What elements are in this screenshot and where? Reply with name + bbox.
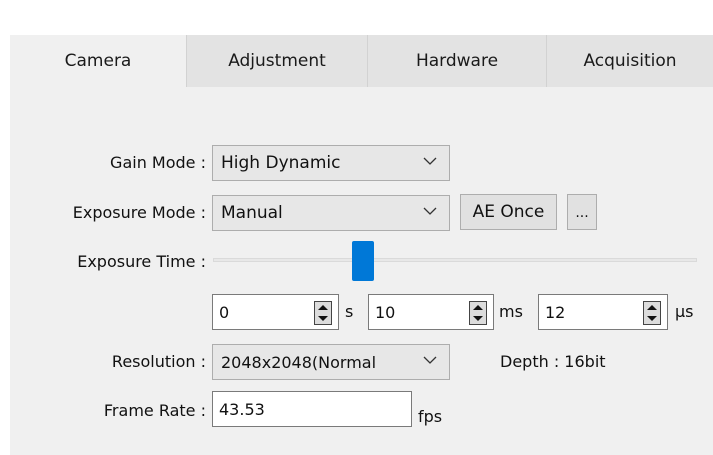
resolution-label: Resolution :: [111, 352, 206, 371]
exposure-milliseconds-value: 10: [375, 302, 396, 322]
spin-down-arrow-icon[interactable]: [644, 313, 660, 324]
exposure-time-slider-track[interactable]: [213, 258, 697, 262]
tab-hardware[interactable]: Hardware: [368, 35, 547, 87]
tab-acquisition[interactable]: Acquisition: [547, 35, 713, 87]
frame-rate-unit: fps: [418, 407, 443, 426]
spin-down-arrow-icon[interactable]: [470, 313, 486, 324]
chevron-down-icon: [423, 207, 437, 215]
microseconds-spin-buttons[interactable]: [643, 301, 661, 325]
exposure-mode-label: Exposure Mode :: [72, 203, 206, 222]
gain-mode-select[interactable]: High Dynamic: [212, 145, 450, 181]
exposure-microseconds-value: 12: [545, 302, 566, 322]
tab-bar: Camera Adjustment Hardware Acquisition: [10, 35, 713, 88]
chevron-down-icon: [423, 356, 437, 364]
exposure-time-slider-thumb[interactable]: [352, 241, 374, 281]
more-options-button[interactable]: ...: [567, 194, 597, 230]
spin-down-arrow-icon[interactable]: [315, 313, 331, 324]
tab-adjustment[interactable]: Adjustment: [187, 35, 368, 87]
depth-readout: Depth : 16bit: [500, 352, 606, 371]
seconds-unit: s: [345, 302, 354, 321]
exposure-seconds-input[interactable]: 0: [212, 294, 339, 330]
exposure-mode-select[interactable]: Manual: [212, 195, 450, 231]
exposure-seconds-value: 0: [219, 302, 230, 322]
microseconds-unit: μs: [675, 302, 694, 321]
tab-camera[interactable]: Camera: [10, 35, 187, 87]
frame-rate-label: Frame Rate :: [103, 401, 206, 420]
gain-mode-value: High Dynamic: [221, 153, 341, 173]
ae-once-button[interactable]: AE Once: [460, 194, 557, 230]
milliseconds-unit: ms: [499, 302, 523, 321]
exposure-microseconds-input[interactable]: 12: [538, 294, 668, 330]
exposure-milliseconds-input[interactable]: 10: [368, 294, 494, 330]
seconds-spin-buttons[interactable]: [314, 301, 332, 325]
exposure-time-label: Exposure Time :: [77, 252, 206, 271]
frame-rate-field: 43.53: [212, 391, 412, 427]
gain-mode-label: Gain Mode :: [110, 153, 206, 172]
resolution-select[interactable]: 2048x2048(Normal: [212, 344, 450, 380]
frame-rate-value: 43.53: [219, 399, 265, 419]
chevron-down-icon: [423, 157, 437, 165]
exposure-mode-value: Manual: [221, 203, 283, 223]
resolution-value: 2048x2048(Normal: [221, 352, 377, 372]
milliseconds-spin-buttons[interactable]: [469, 301, 487, 325]
